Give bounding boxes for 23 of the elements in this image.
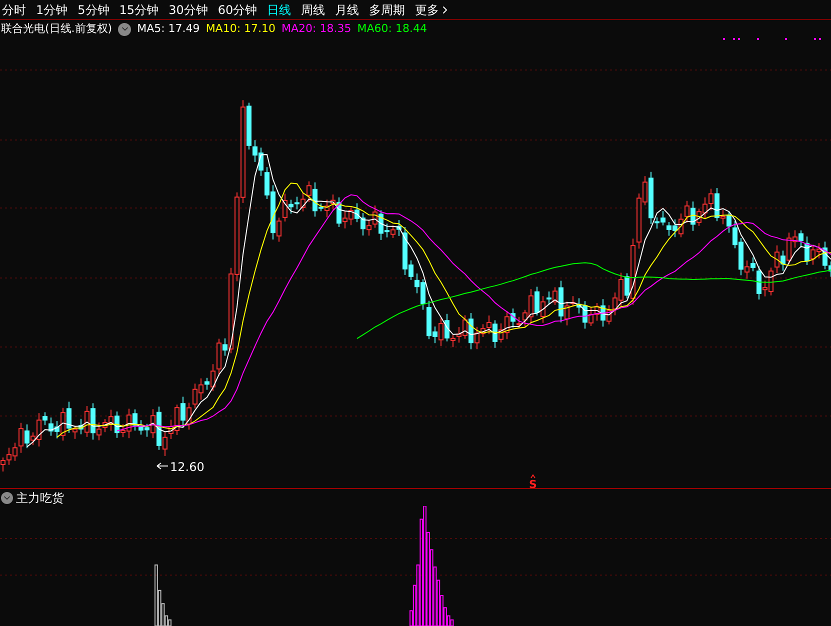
period-tab[interactable]: 1分钟 bbox=[36, 0, 68, 18]
period-tab[interactable]: 30分钟 bbox=[168, 0, 208, 18]
low-price-label: 12.60 bbox=[170, 460, 204, 474]
period-tab[interactable]: 多周期 bbox=[369, 0, 406, 18]
moving-average-value: MA10: 17.10 bbox=[206, 20, 276, 37]
collapse-icon[interactable] bbox=[1, 492, 13, 504]
indicator-title: 主力吃货 bbox=[16, 490, 64, 506]
period-tab[interactable]: 60分钟 bbox=[218, 0, 258, 18]
moving-average-value: MA60: 18.44 bbox=[357, 20, 427, 37]
period-tab[interactable]: 日线 bbox=[267, 0, 292, 18]
period-tab[interactable]: 周线 bbox=[301, 0, 326, 18]
pointer-arrow bbox=[156, 462, 168, 470]
period-tab[interactable]: 15分钟 bbox=[119, 0, 159, 18]
period-tab[interactable]: 月线 bbox=[335, 0, 360, 18]
chart-title: 联合光电(日线.前复权) bbox=[1, 20, 112, 37]
moving-average-value: MA5: 17.49 bbox=[137, 20, 200, 37]
period-tab[interactable]: 分时 bbox=[2, 0, 26, 18]
moving-average-value: MA20: 18.35 bbox=[282, 20, 352, 37]
signal-marker: S bbox=[529, 478, 537, 488]
dropdown-toggle[interactable] bbox=[118, 22, 132, 36]
caret-icon bbox=[530, 474, 536, 478]
period-tab[interactable]: 5分钟 bbox=[78, 0, 110, 18]
period-tab[interactable]: 更多 bbox=[415, 0, 452, 18]
